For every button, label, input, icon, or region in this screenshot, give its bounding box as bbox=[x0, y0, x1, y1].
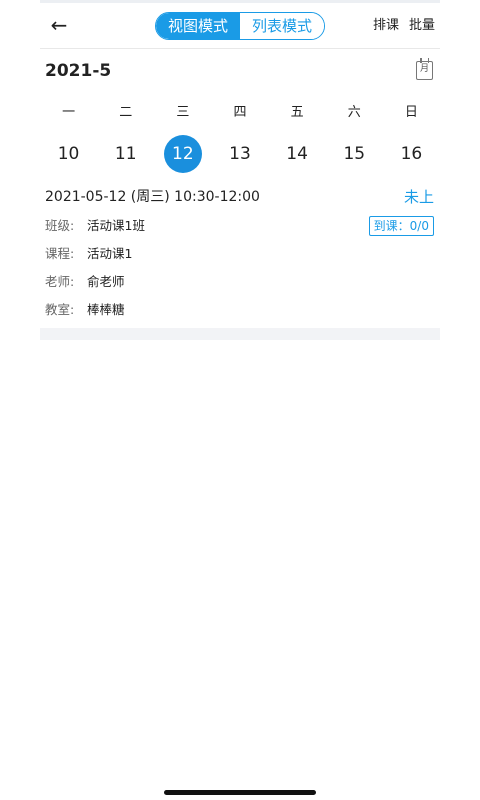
weekday-header: 一 二 三 四 五 六 日 bbox=[40, 102, 440, 124]
month-title[interactable]: 2021-5 bbox=[45, 58, 111, 84]
mode-switch: 视图模式 列表模式 bbox=[155, 12, 325, 40]
tab-view-mode[interactable]: 视图模式 bbox=[156, 13, 240, 39]
home-indicator[interactable] bbox=[164, 790, 316, 795]
weekday-sat: 六 bbox=[347, 105, 361, 120]
week-dates: 10 11 12 13 14 15 16 bbox=[40, 134, 440, 174]
lesson-status: 未上 bbox=[403, 188, 434, 206]
arrow-left-icon[interactable]: ← bbox=[46, 11, 72, 39]
weekday-sun: 日 bbox=[404, 105, 418, 120]
course-label: 课程: bbox=[45, 246, 75, 261]
teacher-row: 老师: 俞老师 bbox=[45, 272, 125, 292]
calendar-icon[interactable]: 月 bbox=[416, 58, 433, 80]
weekday-thu: 四 bbox=[233, 105, 247, 120]
date-15[interactable]: 15 bbox=[335, 135, 373, 173]
month-row: 2021-5 月 bbox=[40, 58, 440, 88]
weekday-tue: 二 bbox=[119, 105, 133, 120]
attendance-badge: 到课：0/0 bbox=[368, 216, 434, 236]
schedule-button[interactable]: 排课 bbox=[373, 15, 399, 37]
date-cell[interactable]: 10 bbox=[40, 134, 97, 174]
weekday-fri: 五 bbox=[290, 105, 304, 120]
room-row: 教室: 棒棒糖 bbox=[45, 300, 125, 320]
date-cell[interactable]: 14 bbox=[269, 134, 326, 174]
teacher-label: 老师: bbox=[45, 274, 75, 289]
date-11[interactable]: 11 bbox=[107, 135, 145, 173]
date-13[interactable]: 13 bbox=[221, 135, 259, 173]
app-frame: ← 视图模式 列表模式 排课 批量 2021-5 月 一 二 三 四 五 六 日… bbox=[40, 0, 440, 800]
course-row: 课程: 活动课1 bbox=[45, 244, 132, 264]
tab-list-mode[interactable]: 列表模式 bbox=[240, 13, 324, 39]
date-14[interactable]: 14 bbox=[278, 135, 316, 173]
date-cell[interactable]: 12 bbox=[154, 134, 211, 174]
teacher-value: 俞老师 bbox=[87, 274, 125, 289]
course-value: 活动课1 bbox=[87, 246, 133, 261]
class-row: 班级: 活动课1班 bbox=[45, 216, 145, 236]
class-label: 班级: bbox=[45, 218, 75, 233]
room-value: 棒棒糖 bbox=[87, 302, 125, 317]
class-value: 活动课1班 bbox=[87, 218, 145, 233]
lesson-time: 2021-05-12 (周三) 10:30-12:00 bbox=[45, 189, 260, 205]
batch-button[interactable]: 批量 bbox=[409, 15, 435, 37]
app-header: ← 视图模式 列表模式 排课 批量 bbox=[40, 3, 440, 49]
date-16[interactable]: 16 bbox=[392, 135, 430, 173]
lesson-card[interactable]: 2021-05-12 (周三) 10:30-12:00 未上 班级: 活动课1班 … bbox=[40, 186, 440, 328]
room-label: 教室: bbox=[45, 302, 75, 317]
date-cell[interactable]: 15 bbox=[326, 134, 383, 174]
weekday-mon: 一 bbox=[62, 105, 76, 120]
date-12-selected[interactable]: 12 bbox=[163, 135, 202, 173]
date-10[interactable]: 10 bbox=[50, 135, 88, 173]
date-cell[interactable]: 11 bbox=[97, 134, 154, 174]
date-cell[interactable]: 16 bbox=[383, 134, 440, 174]
section-divider bbox=[40, 328, 440, 340]
date-cell[interactable]: 13 bbox=[211, 134, 268, 174]
weekday-wed: 三 bbox=[176, 105, 190, 120]
